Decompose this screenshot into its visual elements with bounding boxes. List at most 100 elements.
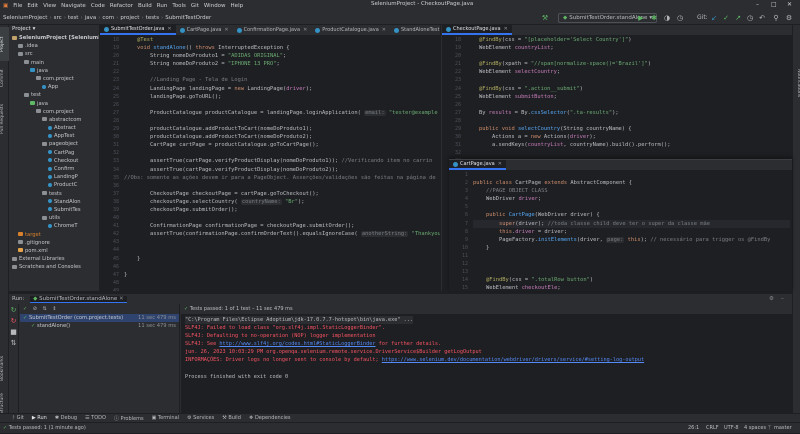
- sort-icon[interactable]: ⇅: [9, 339, 18, 347]
- tree-item[interactable]: CartPag: [9, 149, 99, 157]
- tab-submittestorder[interactable]: SubmitTestOrder.java ✕: [100, 25, 176, 35]
- tool-window-problems[interactable]: ⓘ Problems: [114, 415, 144, 422]
- tree-item[interactable]: Abstract: [9, 124, 99, 132]
- tool-window-services[interactable]: ⚙ Services: [187, 415, 214, 421]
- close-tab-icon[interactable]: ✕: [504, 25, 508, 34]
- tool-window-terminal[interactable]: ▣ Terminal: [152, 415, 179, 421]
- close-tab-icon[interactable]: ✕: [167, 25, 171, 34]
- hammer-icon[interactable]: ⚒: [540, 13, 550, 23]
- git-update-icon[interactable]: ↙: [709, 13, 719, 23]
- tree-item[interactable]: LandingP: [9, 173, 99, 181]
- rerun-icon[interactable]: ↻: [9, 306, 18, 314]
- console-output[interactable]: "C:\Program Files\Eclipse Adoptium\jdk-1…: [185, 316, 785, 381]
- breadcrumb-item[interactable]: SubmitTestOrder: [165, 15, 211, 21]
- settings-gear-icon[interactable]: ⚙: [784, 13, 794, 23]
- expand-all-icon[interactable]: ⇕: [52, 306, 56, 312]
- tree-item[interactable]: SeleniumProject [SeleniumPr: [9, 34, 99, 42]
- bookmarks-tool-button[interactable]: Bookmarks: [0, 351, 9, 385]
- tree-item[interactable]: tests: [9, 190, 99, 198]
- menu-edit[interactable]: Edit: [27, 3, 38, 9]
- close-tab-icon[interactable]: ✕: [498, 160, 502, 169]
- cartpage-code-area[interactable]: public class CartPage extends AbstractCo…: [473, 171, 790, 301]
- close-icon[interactable]: ✕: [787, 1, 792, 8]
- tree-item[interactable]: ChromeT: [9, 222, 99, 230]
- git-label[interactable]: Git:: [697, 13, 708, 23]
- menu-view[interactable]: View: [43, 3, 56, 9]
- maximize-icon[interactable]: □: [771, 1, 777, 8]
- tab-confirmationpage[interactable]: ConfirmationPage.java ✕: [233, 25, 312, 35]
- tree-item[interactable]: Checkout: [9, 157, 99, 165]
- debug-icon[interactable]: ✱: [649, 13, 659, 23]
- tree-item[interactable]: abstractcom: [9, 116, 99, 124]
- tree-item[interactable]: pom.xml: [9, 247, 99, 255]
- tool-window-git[interactable]: ᚹ Git: [12, 415, 24, 421]
- rollback-icon[interactable]: ↶: [757, 13, 767, 23]
- git-push-icon[interactable]: ↗: [733, 13, 743, 23]
- tree-item[interactable]: com.project: [9, 108, 99, 116]
- pull-requests-tool-button[interactable]: Pull Requests: [0, 95, 9, 143]
- console-link[interactable]: https://www.selenium.dev/documentation/w…: [382, 357, 644, 363]
- tool-window-run[interactable]: ▶ Run: [32, 415, 47, 421]
- tree-item[interactable]: External Libraries: [9, 255, 99, 263]
- run-icon[interactable]: ▶: [636, 13, 646, 23]
- project-tool-button[interactable]: Project: [0, 27, 9, 61]
- indent-setting[interactable]: 4 spaces: [744, 423, 766, 434]
- caret-position[interactable]: 26:1: [688, 423, 699, 434]
- tree-item[interactable]: main: [9, 59, 99, 67]
- tree-item[interactable]: test: [9, 91, 99, 99]
- tree-item[interactable]: utils: [9, 214, 99, 222]
- hide-panel-icon[interactable]: –: [781, 294, 784, 304]
- breadcrumb-item[interactable]: com: [102, 15, 114, 21]
- tree-item[interactable]: Confirm: [9, 165, 99, 173]
- file-encoding[interactable]: UTF-8: [724, 423, 739, 434]
- history-icon[interactable]: ◷: [745, 13, 755, 23]
- line-separator[interactable]: CRLF: [706, 423, 719, 434]
- tool-window-debug[interactable]: ✱ Debug: [55, 415, 77, 421]
- chevron-down-icon[interactable]: ▾: [33, 26, 36, 32]
- tool-window-build[interactable]: ⚒ Build: [222, 415, 241, 421]
- status-message[interactable]: Tests passed: 1 (1 minute ago): [9, 425, 86, 431]
- breadcrumb-item[interactable]: tests: [146, 15, 159, 21]
- git-commit-icon[interactable]: ✓: [721, 13, 731, 23]
- tool-window-dependencies[interactable]: ❖ Dependencies: [249, 415, 291, 421]
- profile-icon[interactable]: ◷: [675, 13, 685, 23]
- tree-item[interactable]: src: [9, 50, 99, 58]
- git-branch[interactable]: master: [774, 423, 792, 434]
- tree-item[interactable]: .gitignore: [9, 239, 99, 247]
- rerun-failed-icon[interactable]: ↻: [9, 317, 18, 325]
- search-icon[interactable]: ⚲: [771, 13, 781, 23]
- tab-standalonetest[interactable]: StandAloneTest.java✕: [390, 25, 440, 35]
- menu-run[interactable]: Run: [157, 3, 168, 9]
- console-link[interactable]: http://www.slf4j.org/codes.html#StaticLo…: [219, 341, 375, 347]
- tree-item[interactable]: java: [9, 67, 99, 75]
- tree-item[interactable]: AppTest: [9, 132, 99, 140]
- tab-checkoutpage[interactable]: CheckoutPage.java ✕: [442, 25, 512, 35]
- menu-file[interactable]: File: [13, 3, 22, 9]
- tree-item[interactable]: .idea: [9, 42, 99, 50]
- tab-cartpage[interactable]: CartPage.java ✕: [176, 25, 233, 35]
- tool-window-todo[interactable]: ☰ TODO: [85, 415, 106, 421]
- settings-gear-icon[interactable]: ⚙: [769, 294, 774, 304]
- tab-cartpage[interactable]: CartPage.java ✕: [449, 160, 506, 170]
- tree-item[interactable]: App: [9, 83, 99, 91]
- breadcrumb-item[interactable]: project: [120, 15, 139, 21]
- menu-git[interactable]: Git: [191, 3, 199, 9]
- notifications-tool-button[interactable]: Notifications: [792, 61, 800, 105]
- test-tree-item[interactable]: ✓ SubmitTestOrder (com.project.tests) 11 …: [20, 314, 179, 323]
- project-panel-title[interactable]: Project: [12, 26, 31, 32]
- close-tab-icon[interactable]: ✕: [119, 296, 124, 302]
- ignored-filter-icon[interactable]: ⊘: [33, 306, 37, 312]
- tree-item[interactable]: target: [9, 231, 99, 239]
- menu-window[interactable]: Window: [204, 3, 226, 9]
- breadcrumb-item[interactable]: java: [85, 15, 97, 21]
- tree-item[interactable]: ProductC: [9, 181, 99, 189]
- tree-item[interactable]: Scratches and Consoles: [9, 263, 99, 271]
- breadcrumb-item[interactable]: test: [68, 15, 79, 21]
- tree-item[interactable]: pageobject: [9, 140, 99, 148]
- tree-item[interactable]: com.project: [9, 75, 99, 83]
- minimize-icon[interactable]: –: [756, 1, 759, 8]
- code-area-right[interactable]: @FindBy(css = "[placeholder='Select Coun…: [466, 36, 791, 174]
- passed-filter-icon[interactable]: ✓: [23, 306, 27, 312]
- stop-icon[interactable]: ■: [9, 328, 18, 336]
- test-tree-item[interactable]: ✓ standAlone() 11 sec 479 ms: [20, 322, 179, 330]
